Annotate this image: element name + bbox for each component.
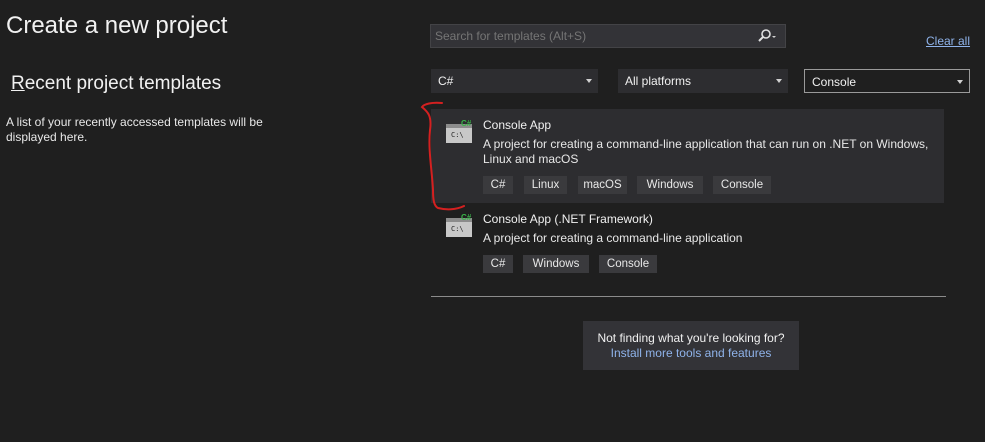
- language-filter-dropdown[interactable]: C#: [431, 69, 598, 93]
- template-search-box[interactable]: [430, 24, 786, 48]
- recent-templates-description: A list of your recently accessed templat…: [6, 115, 263, 144]
- project-type-filter-dropdown[interactable]: Console: [804, 69, 970, 93]
- template-description-line: A project for creating a command-line ap…: [483, 137, 929, 151]
- recent-templates-heading: Recent project templates: [11, 73, 221, 95]
- clear-all-link[interactable]: Clear all: [926, 34, 970, 48]
- not-finding-question: Not finding what you're looking for?: [597, 331, 785, 345]
- csharp-badge: C#: [461, 119, 472, 128]
- not-finding-panel: Not finding what you're looking for? Ins…: [583, 321, 799, 370]
- tag-console: Console: [599, 255, 657, 273]
- chevron-down-icon: [586, 79, 592, 83]
- project-type-filter-value: Console: [812, 75, 857, 89]
- page-title: Create a new project: [6, 12, 228, 39]
- template-description-line: Linux and macOS: [483, 152, 579, 166]
- template-name: Console App (.NET Framework): [483, 212, 653, 226]
- search-input[interactable]: [435, 29, 735, 43]
- divider: [431, 296, 946, 297]
- template-description: A project for creating a command-line ap…: [483, 231, 743, 245]
- chevron-down-icon: [957, 80, 963, 84]
- recent-templates-heading-rest: ecent project templates: [24, 73, 222, 94]
- search-icon[interactable]: [757, 28, 777, 46]
- console-app-framework-icon: C:\ C#: [445, 213, 473, 238]
- console-icon-text: C:\: [451, 225, 464, 233]
- tag-windows: Windows: [523, 255, 589, 273]
- platform-filter-value: All platforms: [625, 74, 692, 88]
- chevron-down-icon: [776, 79, 782, 83]
- install-more-tools-link[interactable]: Install more tools and features: [583, 346, 799, 360]
- recent-templates-heading-accel: R: [11, 73, 25, 94]
- language-filter-value: C#: [438, 74, 454, 88]
- tag-csharp: C#: [483, 176, 513, 194]
- tag-linux: Linux: [524, 176, 567, 194]
- console-app-icon: C:\ C#: [445, 119, 473, 144]
- csharp-badge: C#: [461, 213, 472, 222]
- tag-macos: macOS: [578, 176, 627, 194]
- template-name: Console App: [483, 118, 552, 132]
- tag-windows: Windows: [637, 176, 703, 194]
- template-description: A project for creating a command-line ap…: [483, 137, 938, 167]
- platform-filter-dropdown[interactable]: All platforms: [618, 69, 788, 93]
- tag-csharp: C#: [483, 255, 513, 273]
- console-icon-text: C:\: [451, 131, 464, 139]
- tag-console: Console: [713, 176, 771, 194]
